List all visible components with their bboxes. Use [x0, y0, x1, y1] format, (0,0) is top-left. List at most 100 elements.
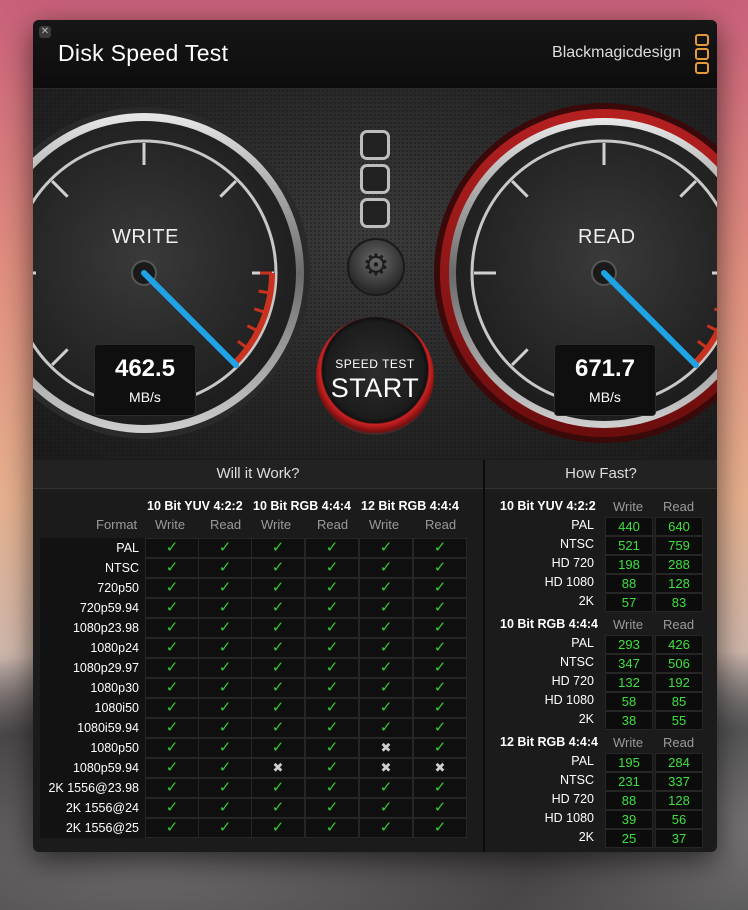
- check-icon: ✓: [198, 578, 252, 598]
- check-icon: ✓: [305, 558, 359, 578]
- check-icon: ✓: [251, 618, 305, 638]
- format-group-header: 10 Bit YUV 4:2:2: [147, 499, 243, 513]
- check-icon: ✓: [145, 658, 199, 678]
- check-icon: ✓: [198, 618, 252, 638]
- read-fps-value: 640: [655, 517, 703, 536]
- check-icon: ✓: [305, 798, 359, 818]
- check-icon: ✓: [251, 738, 305, 758]
- close-button[interactable]: ✕: [39, 26, 51, 38]
- check-icon: ✓: [359, 818, 413, 838]
- check-icon: ✓: [305, 738, 359, 758]
- mode-button-2[interactable]: [360, 164, 390, 194]
- read-fps-value: 55: [655, 711, 703, 730]
- check-icon: ✓: [251, 558, 305, 578]
- start-button[interactable]: SPEED TEST START: [316, 317, 434, 435]
- how-fast-row-label: 2K: [578, 712, 594, 726]
- check-icon: ✓: [145, 818, 199, 838]
- write-fps-value: 58: [605, 692, 653, 711]
- check-icon: ✓: [359, 698, 413, 718]
- format-label: 720p50: [97, 581, 139, 595]
- settings-button[interactable]: ⚙: [347, 238, 405, 296]
- read-speed-unit: MB/s: [589, 389, 621, 405]
- check-icon: ✓: [413, 718, 467, 738]
- how-fast-write-header: Write: [613, 499, 644, 514]
- check-icon: ✓: [305, 718, 359, 738]
- check-icon: ✓: [145, 718, 199, 738]
- write-fps-value: 195: [605, 753, 653, 772]
- read-fps-value: 83: [655, 593, 703, 612]
- read-column-header: Read: [210, 517, 242, 532]
- check-icon: ✓: [359, 778, 413, 798]
- check-icon: ✓: [359, 618, 413, 638]
- format-label: PAL: [116, 541, 139, 555]
- format-group-header: 12 Bit RGB 4:4:4: [361, 499, 459, 513]
- read-column-header: Read: [425, 517, 457, 532]
- check-icon: ✓: [413, 738, 467, 758]
- read-speed-value: 671.7: [574, 355, 636, 382]
- write-speed-unit: MB/s: [129, 389, 161, 405]
- read-speed-readout: 671.7 MB/s: [554, 344, 656, 416]
- format-label: 1080p24: [90, 641, 139, 655]
- check-icon: ✓: [305, 598, 359, 618]
- mode-button-3[interactable]: [360, 198, 390, 228]
- how-fast-row-label: PAL: [571, 518, 594, 532]
- write-fps-value: 198: [605, 555, 653, 574]
- check-icon: ✓: [145, 538, 199, 558]
- check-icon: ✓: [198, 738, 252, 758]
- read-fps-value: 192: [655, 673, 703, 692]
- check-icon: ✓: [198, 778, 252, 798]
- how-fast-row-label: HD 1080: [544, 811, 594, 825]
- check-icon: ✓: [413, 578, 467, 598]
- check-icon: ✓: [145, 758, 199, 778]
- check-icon: ✓: [198, 538, 252, 558]
- write-fps-value: 132: [605, 673, 653, 692]
- format-column-header: Format: [96, 517, 138, 532]
- how-fast-row-label: NTSC: [559, 773, 594, 787]
- check-icon: ✓: [359, 598, 413, 618]
- check-icon: ✓: [251, 598, 305, 618]
- check-icon: ✓: [359, 558, 413, 578]
- start-button-label: START: [330, 373, 420, 403]
- read-fps-value: 128: [655, 791, 703, 810]
- write-fps-value: 440: [605, 517, 653, 536]
- how-fast-row-label: NTSC: [559, 655, 594, 669]
- how-fast-row-label: PAL: [571, 636, 594, 650]
- check-icon: ✓: [413, 798, 467, 818]
- check-icon: ✓: [251, 818, 305, 838]
- write-fps-value: 88: [605, 574, 653, 593]
- how-fast-row-label: HD 720: [551, 792, 594, 806]
- how-fast-row-label: HD 1080: [544, 575, 594, 589]
- how-fast-header: How Fast?: [485, 460, 717, 489]
- write-fps-value: 347: [605, 654, 653, 673]
- check-icon: ✓: [359, 718, 413, 738]
- write-speed-readout: 462.5 MB/s: [94, 344, 196, 416]
- how-fast-row-label: HD 1080: [544, 693, 594, 707]
- cross-icon: ✖: [413, 758, 467, 778]
- how-fast-write-header: Write: [613, 735, 644, 750]
- read-gauge-label: READ: [578, 226, 636, 248]
- mode-button-1[interactable]: [360, 130, 390, 160]
- write-column-header: Write: [155, 517, 186, 532]
- check-icon: ✓: [305, 658, 359, 678]
- blackmagic-logo-icon: [695, 34, 709, 76]
- app-title: Disk Speed Test: [58, 40, 229, 66]
- check-icon: ✓: [198, 558, 252, 578]
- disk-speed-test-window: ✕ Disk Speed Test Blackmagicdesign WRITE…: [33, 20, 717, 852]
- write-column-header: Write: [261, 517, 292, 532]
- check-icon: ✓: [305, 818, 359, 838]
- how-fast-write-header: Write: [613, 617, 644, 632]
- check-icon: ✓: [145, 598, 199, 618]
- check-icon: ✓: [251, 538, 305, 558]
- read-fps-value: 56: [655, 810, 703, 829]
- read-fps-value: 288: [655, 555, 703, 574]
- read-fps-value: 85: [655, 692, 703, 711]
- check-icon: ✓: [251, 778, 305, 798]
- check-icon: ✓: [198, 798, 252, 818]
- panel-divider: [483, 460, 485, 852]
- how-fast-row-label: PAL: [571, 754, 594, 768]
- format-label: 1080p30: [90, 681, 139, 695]
- how-fast-read-header: Read: [663, 617, 695, 632]
- format-label: 1080p50: [90, 741, 139, 755]
- read-fps-value: 759: [655, 536, 703, 555]
- write-fps-value: 88: [605, 791, 653, 810]
